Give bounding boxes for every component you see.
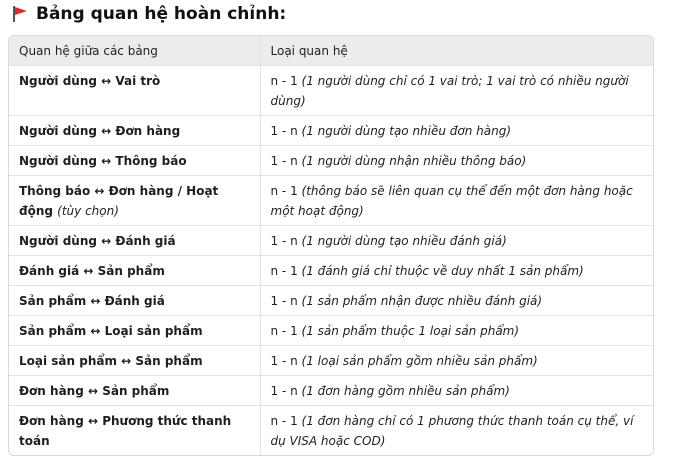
type-text: 1 - n <box>270 124 298 138</box>
type-note: (1 người dùng chỉ có 1 vai trò; 1 vai tr… <box>270 74 629 108</box>
relation-text: Đơn hàng ↔ Phương thức thanh toán <box>19 414 232 448</box>
table-row: Sản phẩm ↔ Đánh giá 1 - n (1 sản phẩm nh… <box>9 285 653 316</box>
column-header-type: Loại quan hệ <box>259 36 653 66</box>
type-note: (1 sản phẩm thuộc 1 loại sản phẩm) <box>301 324 520 338</box>
type-note: (1 người dùng tạo nhiều đơn hàng) <box>301 124 512 138</box>
type-note: (1 loại sản phẩm gồm nhiều sản phẩm) <box>301 354 538 368</box>
type-text: n - 1 <box>270 264 298 278</box>
table-row: Người dùng ↔ Đánh giá 1 - n (1 người dùn… <box>9 225 653 256</box>
type-cell: n - 1 (1 đánh giá chỉ thuộc về duy nhất … <box>259 255 653 286</box>
relations-table: Quan hệ giữa các bảng Loại quan hệ Người… <box>9 36 653 455</box>
type-cell: 1 - n (1 người dùng tạo nhiều đánh giá) <box>259 225 653 256</box>
relation-cell: Người dùng ↔ Vai trò <box>9 65 261 116</box>
type-cell: 1 - n (1 loại sản phẩm gồm nhiều sản phẩ… <box>259 345 653 376</box>
relation-text: Sản phẩm ↔ Loại sản phẩm <box>19 324 203 338</box>
table-body: Người dùng ↔ Vai trò n - 1 (1 người dùng… <box>9 65 653 455</box>
relation-text: Người dùng ↔ Thông báo <box>19 154 187 168</box>
type-text: 1 - n <box>270 354 298 368</box>
type-note: (thông báo sẽ liên quan cụ thể đến một đ… <box>270 184 633 218</box>
column-header-relation: Quan hệ giữa các bảng <box>9 36 261 66</box>
type-text: n - 1 <box>270 324 298 338</box>
table-row: Người dùng ↔ Vai trò n - 1 (1 người dùng… <box>9 65 653 116</box>
relation-cell: Thông báo ↔ Đơn hàng / Hoạt động (tùy ch… <box>9 175 261 226</box>
relation-note: (tùy chọn) <box>57 204 119 218</box>
relation-cell: Đơn hàng ↔ Phương thức thanh toán <box>9 405 261 455</box>
table-row: Đánh giá ↔ Sản phẩm n - 1 (1 đánh giá ch… <box>9 255 653 286</box>
relation-cell: Sản phẩm ↔ Đánh giá <box>9 285 261 316</box>
relation-cell: Loại sản phẩm ↔ Sản phẩm <box>9 345 261 376</box>
relations-table-card: Quan hệ giữa các bảng Loại quan hệ Người… <box>8 35 654 456</box>
type-text: 1 - n <box>270 294 298 308</box>
type-cell: n - 1 (1 người dùng chỉ có 1 vai trò; 1 … <box>259 65 653 116</box>
relation-text: Người dùng ↔ Đơn hàng <box>19 124 181 138</box>
type-text: n - 1 <box>270 184 298 198</box>
type-cell: n - 1 (1 đơn hàng chỉ có 1 phương thức t… <box>259 405 653 455</box>
type-note: (1 người dùng nhận nhiều thông báo) <box>301 154 527 168</box>
table-row: Đơn hàng ↔ Phương thức thanh toán n - 1 … <box>9 405 653 455</box>
type-text: 1 - n <box>270 234 298 248</box>
type-cell: 1 - n (1 người dùng tạo nhiều đơn hàng) <box>259 115 653 146</box>
table-header-row: Quan hệ giữa các bảng Loại quan hệ <box>9 36 653 66</box>
type-text: 1 - n <box>270 384 298 398</box>
type-note: (1 người dùng tạo nhiều đánh giá) <box>301 234 507 248</box>
type-cell: n - 1 (1 sản phẩm thuộc 1 loại sản phẩm) <box>259 315 653 346</box>
relation-text: Người dùng ↔ Đánh giá <box>19 234 176 248</box>
type-note: (1 đánh giá chỉ thuộc về duy nhất 1 sản … <box>301 264 584 278</box>
table-row: Người dùng ↔ Đơn hàng 1 - n (1 người dùn… <box>9 115 653 146</box>
relation-cell: Đánh giá ↔ Sản phẩm <box>9 255 261 286</box>
relation-cell: Sản phẩm ↔ Loại sản phẩm <box>9 315 261 346</box>
table-row: Loại sản phẩm ↔ Sản phẩm 1 - n (1 loại s… <box>9 345 653 376</box>
relation-text: Người dùng ↔ Vai trò <box>19 74 161 88</box>
table-row: Thông báo ↔ Đơn hàng / Hoạt động (tùy ch… <box>9 175 653 226</box>
relation-cell: Đơn hàng ↔ Sản phẩm <box>9 375 261 406</box>
type-note: (1 đơn hàng chỉ có 1 phương thức thanh t… <box>270 414 634 448</box>
red-flag-icon <box>13 6 27 22</box>
relation-text: Đơn hàng ↔ Sản phẩm <box>19 384 170 398</box>
type-note: (1 sản phẩm nhận được nhiều đánh giá) <box>301 294 543 308</box>
relation-cell: Người dùng ↔ Thông báo <box>9 145 261 176</box>
type-cell: 1 - n (1 người dùng nhận nhiều thông báo… <box>259 145 653 176</box>
type-cell: 1 - n (1 đơn hàng gồm nhiều sản phẩm) <box>259 375 653 406</box>
relation-cell: Người dùng ↔ Đánh giá <box>9 225 261 256</box>
type-text: n - 1 <box>270 74 298 88</box>
type-text: 1 - n <box>270 154 298 168</box>
table-row: Đơn hàng ↔ Sản phẩm 1 - n (1 đơn hàng gồ… <box>9 375 653 406</box>
table-row: Sản phẩm ↔ Loại sản phẩm n - 1 (1 sản ph… <box>9 315 653 346</box>
type-note: (1 đơn hàng gồm nhiều sản phẩm) <box>301 384 510 398</box>
type-cell: n - 1 (thông báo sẽ liên quan cụ thể đến… <box>259 175 653 226</box>
relation-text: Đánh giá ↔ Sản phẩm <box>19 264 165 278</box>
heading-text: Bảng quan hệ hoàn chỉnh: <box>36 4 287 24</box>
type-cell: 1 - n (1 sản phẩm nhận được nhiều đánh g… <box>259 285 653 316</box>
section-heading: Bảng quan hệ hoàn chỉnh: <box>11 2 286 26</box>
relation-text: Loại sản phẩm ↔ Sản phẩm <box>19 354 203 368</box>
table-row: Người dùng ↔ Thông báo 1 - n (1 người dù… <box>9 145 653 176</box>
type-text: n - 1 <box>270 414 298 428</box>
relation-cell: Người dùng ↔ Đơn hàng <box>9 115 261 146</box>
relation-text: Sản phẩm ↔ Đánh giá <box>19 294 165 308</box>
